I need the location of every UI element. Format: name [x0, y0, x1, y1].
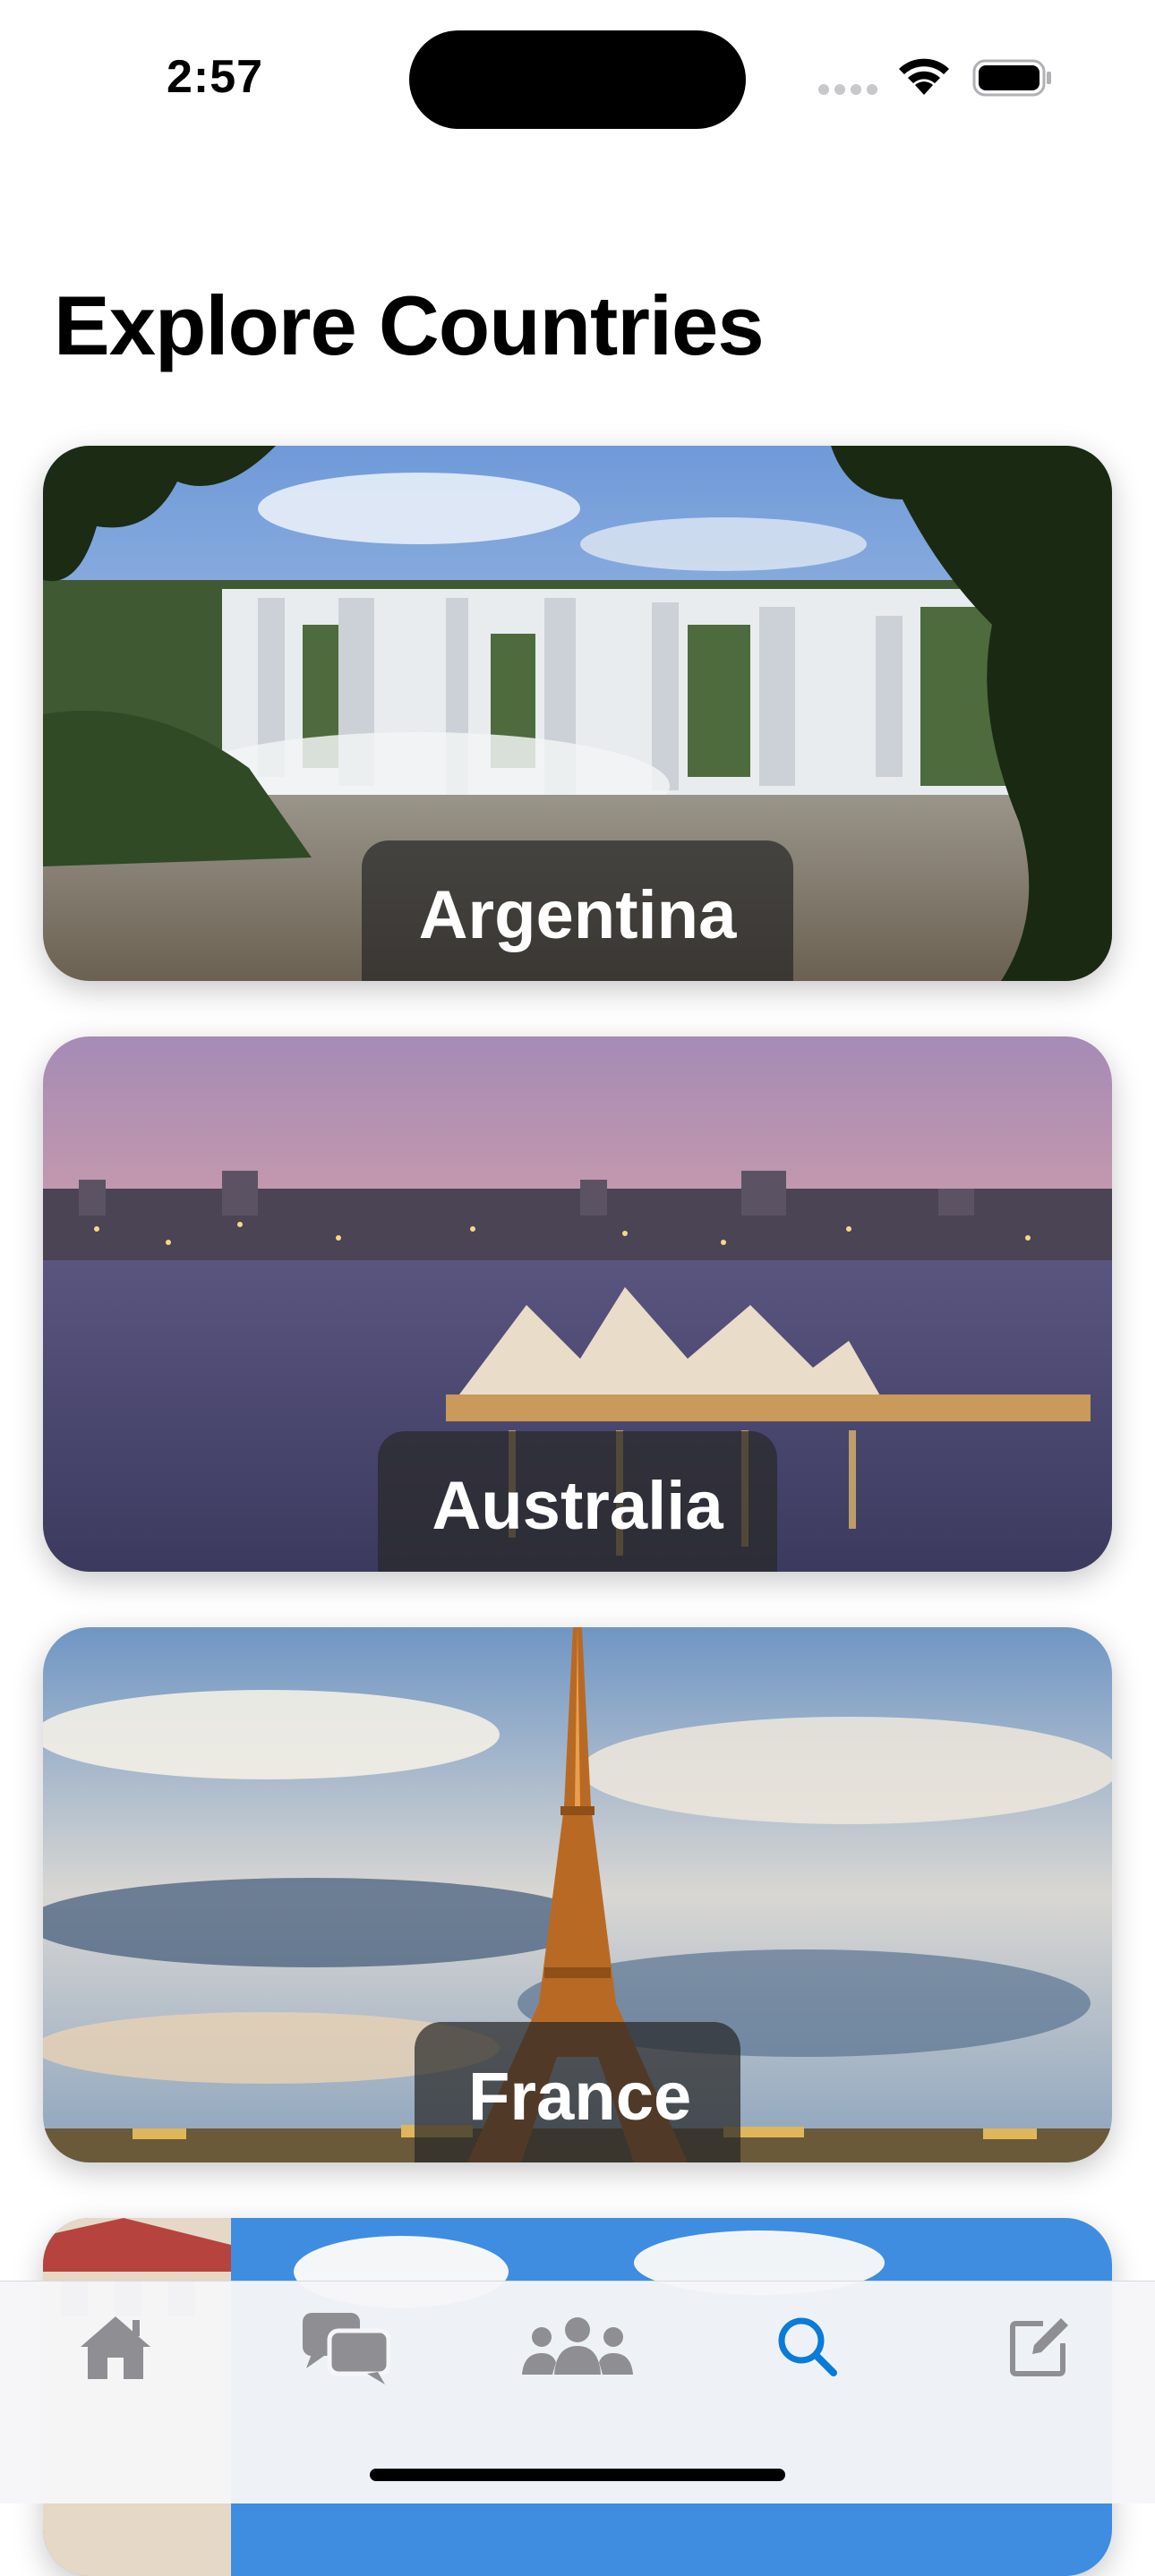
cellular-signal-icon: [818, 82, 879, 95]
tab-compose[interactable]: [981, 2298, 1098, 2396]
home-icon: [81, 2316, 150, 2379]
tab-search[interactable]: [749, 2298, 866, 2396]
country-name-label: Australia: [378, 1431, 777, 1572]
country-card-argentina[interactable]: Argentina: [43, 446, 1112, 981]
search-icon: [778, 2317, 837, 2376]
country-card-australia[interactable]: Australia: [43, 1036, 1112, 1572]
chat-bubbles-icon: [303, 2313, 390, 2384]
tab-people[interactable]: [519, 2298, 636, 2396]
wifi-icon: [899, 58, 949, 95]
tab-home[interactable]: [57, 2298, 174, 2396]
status-time: 2:57: [167, 51, 264, 103]
home-indicator[interactable]: [370, 2469, 785, 2481]
status-bar: 2:57: [0, 0, 1155, 152]
compose-icon: [1010, 2318, 1068, 2376]
people-icon: [522, 2317, 633, 2375]
tab-messages[interactable]: [287, 2298, 404, 2396]
country-name-label: Argentina: [362, 840, 793, 981]
country-card-france[interactable]: France: [43, 1627, 1112, 2162]
country-name-label: France: [415, 2022, 740, 2162]
battery-icon: [972, 59, 1051, 97]
dynamic-island: [409, 30, 746, 129]
page-title: Explore Countries: [54, 278, 765, 372]
